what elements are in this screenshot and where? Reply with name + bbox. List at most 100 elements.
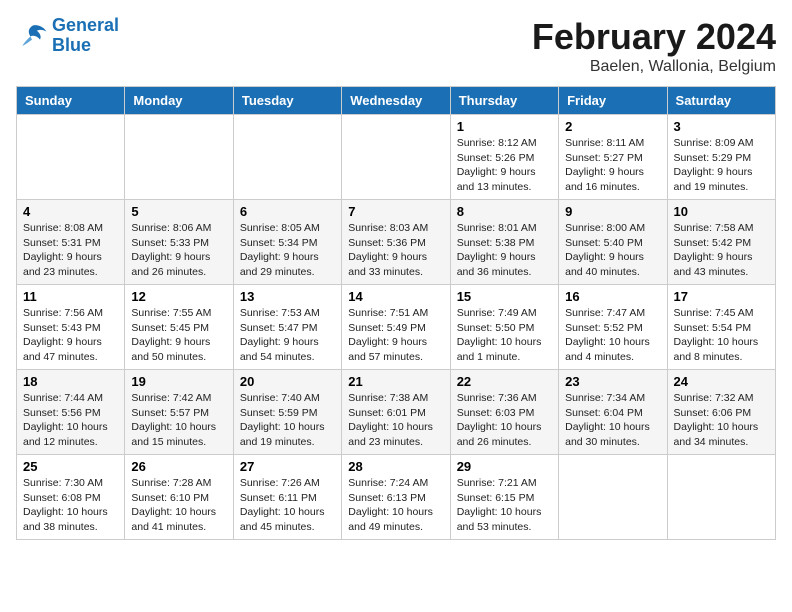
table-row: 3 Sunrise: 8:09 AM Sunset: 5:29 PM Daylig… bbox=[667, 115, 775, 200]
table-row: 21Sunrise: 7:38 AM Sunset: 6:01 PM Dayli… bbox=[342, 370, 450, 455]
table-row: 18 Sunrise: 7:44 AM Sunset: 5:56 PM Dayli… bbox=[17, 370, 125, 455]
header-tuesday: Tuesday bbox=[233, 87, 341, 115]
table-row: 9 Sunrise: 8:00 AM Sunset: 5:40 PM Daylig… bbox=[559, 200, 667, 285]
day-number: 28 bbox=[348, 459, 443, 474]
day-info: Sunrise: 8:11 AM Sunset: 5:27 PM Dayligh… bbox=[565, 136, 660, 195]
day-info: Sunrise: 8:00 AM Sunset: 5:40 PM Dayligh… bbox=[565, 221, 660, 280]
day-number: 9 bbox=[565, 204, 660, 219]
day-number: 15 bbox=[457, 289, 552, 304]
location-subtitle: Baelen, Wallonia, Belgium bbox=[532, 58, 776, 76]
day-number: 10 bbox=[674, 204, 769, 219]
table-row: 15 Sunrise: 7:49 AM Sunset: 5:50 PM Dayli… bbox=[450, 285, 558, 370]
day-number: 18 bbox=[23, 374, 118, 389]
day-info: Sunrise: 8:09 AM Sunset: 5:29 PM Dayligh… bbox=[674, 136, 769, 195]
day-number: 24 bbox=[674, 374, 769, 389]
day-number: 3 bbox=[674, 119, 769, 134]
table-row: 28 Sunrise: 7:24 AM Sunset: 6:13 PM Dayli… bbox=[342, 455, 450, 540]
day-number: 4 bbox=[23, 204, 118, 219]
week-row-4: 18 Sunrise: 7:44 AM Sunset: 5:56 PM Dayli… bbox=[17, 370, 776, 455]
logo-line1: General bbox=[52, 16, 119, 36]
day-number: 13 bbox=[240, 289, 335, 304]
table-row: 27 Sunrise: 7:26 AM Sunset: 6:11 PM Dayli… bbox=[233, 455, 341, 540]
week-row-1: 1Sunrise: 8:12 AM Sunset: 5:26 PM Daylig… bbox=[17, 115, 776, 200]
day-number: 29 bbox=[457, 459, 552, 474]
table-row: 14 Sunrise: 7:51 AM Sunset: 5:49 PM Dayli… bbox=[342, 285, 450, 370]
table-row bbox=[667, 455, 775, 540]
day-number: 7 bbox=[348, 204, 443, 219]
table-row: 10 Sunrise: 7:58 AM Sunset: 5:42 PM Dayli… bbox=[667, 200, 775, 285]
day-info: Sunrise: 7:53 AM Sunset: 5:47 PM Dayligh… bbox=[240, 306, 335, 365]
day-number: 23 bbox=[565, 374, 660, 389]
day-number: 2 bbox=[565, 119, 660, 134]
day-number: 22 bbox=[457, 374, 552, 389]
logo-line2: Blue bbox=[52, 36, 119, 56]
table-row: 25Sunrise: 7:30 AM Sunset: 6:08 PM Dayli… bbox=[17, 455, 125, 540]
table-row: 12 Sunrise: 7:55 AM Sunset: 5:45 PM Dayli… bbox=[125, 285, 233, 370]
table-row: 1Sunrise: 8:12 AM Sunset: 5:26 PM Daylig… bbox=[450, 115, 558, 200]
table-row bbox=[125, 115, 233, 200]
day-info: Sunrise: 7:36 AM Sunset: 6:03 PM Dayligh… bbox=[457, 391, 552, 450]
day-info: Sunrise: 7:34 AM Sunset: 6:04 PM Dayligh… bbox=[565, 391, 660, 450]
day-info: Sunrise: 7:45 AM Sunset: 5:54 PM Dayligh… bbox=[674, 306, 769, 365]
calendar-table: Sunday Monday Tuesday Wednesday Thursday… bbox=[16, 86, 776, 540]
header-monday: Monday bbox=[125, 87, 233, 115]
table-row: 16Sunrise: 7:47 AM Sunset: 5:52 PM Dayli… bbox=[559, 285, 667, 370]
day-info: Sunrise: 7:42 AM Sunset: 5:57 PM Dayligh… bbox=[131, 391, 226, 450]
day-number: 20 bbox=[240, 374, 335, 389]
day-info: Sunrise: 7:24 AM Sunset: 6:13 PM Dayligh… bbox=[348, 476, 443, 535]
header-sunday: Sunday bbox=[17, 87, 125, 115]
day-info: Sunrise: 8:06 AM Sunset: 5:33 PM Dayligh… bbox=[131, 221, 226, 280]
day-number: 17 bbox=[674, 289, 769, 304]
day-info: Sunrise: 7:49 AM Sunset: 5:50 PM Dayligh… bbox=[457, 306, 552, 365]
day-number: 16 bbox=[565, 289, 660, 304]
logo-text-container: General Blue bbox=[52, 16, 119, 56]
weekday-header-row: Sunday Monday Tuesday Wednesday Thursday… bbox=[17, 87, 776, 115]
week-row-3: 11Sunrise: 7:56 AM Sunset: 5:43 PM Dayli… bbox=[17, 285, 776, 370]
header-saturday: Saturday bbox=[667, 87, 775, 115]
table-row: 5 Sunrise: 8:06 AM Sunset: 5:33 PM Daylig… bbox=[125, 200, 233, 285]
table-row: 24 Sunrise: 7:32 AM Sunset: 6:06 PM Dayli… bbox=[667, 370, 775, 455]
week-row-2: 4 Sunrise: 8:08 AM Sunset: 5:31 PM Daylig… bbox=[17, 200, 776, 285]
table-row: 17 Sunrise: 7:45 AM Sunset: 5:54 PM Dayli… bbox=[667, 285, 775, 370]
day-number: 5 bbox=[131, 204, 226, 219]
header: General Blue February 2024 Baelen, Wallo… bbox=[16, 16, 776, 76]
table-row: 26Sunrise: 7:28 AM Sunset: 6:10 PM Dayli… bbox=[125, 455, 233, 540]
logo-icon bbox=[16, 22, 48, 50]
table-row: 13 Sunrise: 7:53 AM Sunset: 5:47 PM Dayli… bbox=[233, 285, 341, 370]
header-wednesday: Wednesday bbox=[342, 87, 450, 115]
day-number: 27 bbox=[240, 459, 335, 474]
day-number: 25 bbox=[23, 459, 118, 474]
table-row: 11Sunrise: 7:56 AM Sunset: 5:43 PM Dayli… bbox=[17, 285, 125, 370]
table-row bbox=[342, 115, 450, 200]
day-info: Sunrise: 7:26 AM Sunset: 6:11 PM Dayligh… bbox=[240, 476, 335, 535]
day-number: 12 bbox=[131, 289, 226, 304]
day-info: Sunrise: 7:40 AM Sunset: 5:59 PM Dayligh… bbox=[240, 391, 335, 450]
table-row: 6Sunrise: 8:05 AM Sunset: 5:34 PM Daylig… bbox=[233, 200, 341, 285]
table-row bbox=[233, 115, 341, 200]
day-number: 8 bbox=[457, 204, 552, 219]
day-info: Sunrise: 7:32 AM Sunset: 6:06 PM Dayligh… bbox=[674, 391, 769, 450]
day-info: Sunrise: 7:21 AM Sunset: 6:15 PM Dayligh… bbox=[457, 476, 552, 535]
day-number: 21 bbox=[348, 374, 443, 389]
day-info: Sunrise: 8:03 AM Sunset: 5:36 PM Dayligh… bbox=[348, 221, 443, 280]
day-info: Sunrise: 8:01 AM Sunset: 5:38 PM Dayligh… bbox=[457, 221, 552, 280]
table-row: 23 Sunrise: 7:34 AM Sunset: 6:04 PM Dayli… bbox=[559, 370, 667, 455]
day-info: Sunrise: 7:56 AM Sunset: 5:43 PM Dayligh… bbox=[23, 306, 118, 365]
month-title: February 2024 bbox=[532, 16, 776, 58]
day-info: Sunrise: 8:08 AM Sunset: 5:31 PM Dayligh… bbox=[23, 221, 118, 280]
title-area: February 2024 Baelen, Wallonia, Belgium bbox=[532, 16, 776, 76]
day-info: Sunrise: 7:58 AM Sunset: 5:42 PM Dayligh… bbox=[674, 221, 769, 280]
day-info: Sunrise: 7:44 AM Sunset: 5:56 PM Dayligh… bbox=[23, 391, 118, 450]
table-row: 19Sunrise: 7:42 AM Sunset: 5:57 PM Dayli… bbox=[125, 370, 233, 455]
table-row: 2 Sunrise: 8:11 AM Sunset: 5:27 PM Daylig… bbox=[559, 115, 667, 200]
logo: General Blue bbox=[16, 16, 119, 56]
table-row: 8 Sunrise: 8:01 AM Sunset: 5:38 PM Daylig… bbox=[450, 200, 558, 285]
day-number: 14 bbox=[348, 289, 443, 304]
day-info: Sunrise: 7:51 AM Sunset: 5:49 PM Dayligh… bbox=[348, 306, 443, 365]
table-row: 4 Sunrise: 8:08 AM Sunset: 5:31 PM Daylig… bbox=[17, 200, 125, 285]
day-info: Sunrise: 7:55 AM Sunset: 5:45 PM Dayligh… bbox=[131, 306, 226, 365]
table-row: 20 Sunrise: 7:40 AM Sunset: 5:59 PM Dayli… bbox=[233, 370, 341, 455]
day-info: Sunrise: 8:12 AM Sunset: 5:26 PM Dayligh… bbox=[457, 136, 552, 195]
table-row: 7 Sunrise: 8:03 AM Sunset: 5:36 PM Daylig… bbox=[342, 200, 450, 285]
header-thursday: Thursday bbox=[450, 87, 558, 115]
